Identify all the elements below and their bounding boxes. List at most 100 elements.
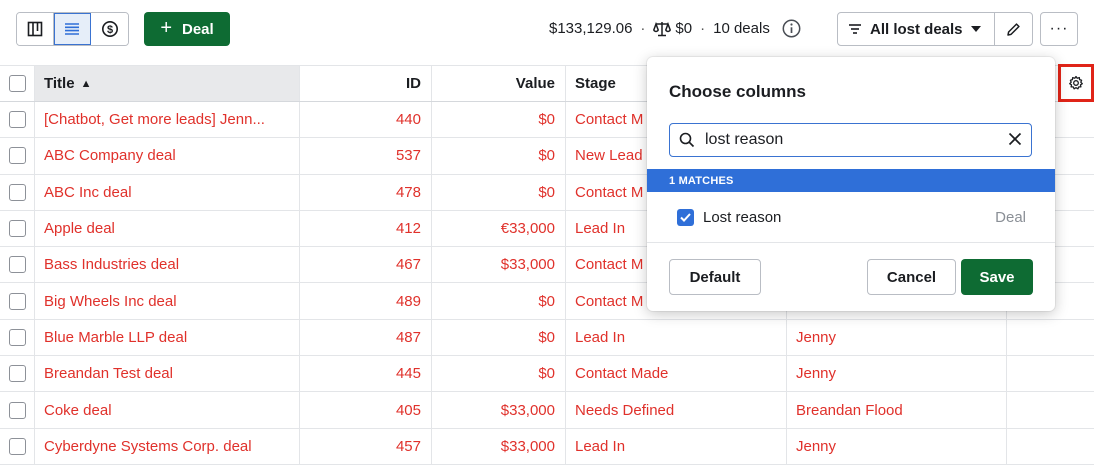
- checkmark-icon: [680, 212, 691, 222]
- forecast-view-button[interactable]: $: [91, 13, 128, 45]
- add-deal-button[interactable]: + Deal: [144, 12, 230, 46]
- row-checkbox[interactable]: [8, 220, 26, 238]
- deal-value-cell: $33,000: [432, 392, 566, 428]
- row-checkbox[interactable]: [8, 292, 26, 310]
- row-checkbox[interactable]: [8, 437, 26, 455]
- deal-id-cell: 489: [300, 283, 432, 319]
- column-option-group: Deal: [995, 208, 1026, 226]
- deal-id-cell: 487: [300, 319, 432, 356]
- deal-title-link[interactable]: Big Wheels Inc deal: [44, 293, 177, 310]
- deal-extra-cell: [1007, 429, 1094, 464]
- gear-icon: [1069, 75, 1083, 90]
- table-row[interactable]: Cyberdyne Systems Corp. deal 457 $33,000 Le…: [0, 428, 1094, 465]
- save-button[interactable]: Save: [961, 259, 1033, 295]
- column-header-label: ID: [406, 75, 421, 92]
- column-header-id[interactable]: ID: [300, 66, 432, 101]
- deal-title-link[interactable]: Blue Marble LLP deal: [44, 329, 187, 346]
- deal-title-link[interactable]: Coke deal: [44, 402, 112, 419]
- more-options-button[interactable]: ···: [1040, 12, 1078, 46]
- deal-title-cell[interactable]: Apple deal: [35, 210, 300, 247]
- table-row[interactable]: Blue Marble LLP deal 487 $0 Lead In Jenny: [0, 319, 1094, 357]
- filter-selector[interactable]: All lost deals: [838, 13, 996, 45]
- deal-extra-cell: [1007, 320, 1094, 355]
- table-row[interactable]: Coke deal 405 $33,000 Needs Defined Breandan…: [0, 392, 1094, 429]
- deal-title-cell[interactable]: Big Wheels Inc deal: [35, 283, 300, 319]
- row-select-cell: [0, 392, 35, 428]
- filter-button[interactable]: All lost deals: [837, 12, 1033, 46]
- deal-owner-cell: Jenny: [787, 356, 1007, 392]
- deal-title-cell[interactable]: ABC Inc deal: [35, 174, 300, 210]
- deal-title-link[interactable]: Cyberdyne Systems Corp. deal: [44, 438, 252, 455]
- separator-dot: ·: [640, 20, 646, 37]
- choose-columns-popover: Choose columns 1 MATCHES Lost reason Dea…: [647, 57, 1055, 311]
- deal-id-cell: 478: [300, 174, 432, 210]
- view-switcher: $: [16, 12, 129, 46]
- default-button[interactable]: Default: [669, 259, 761, 295]
- deal-title-cell[interactable]: [Chatbot, Get more leads] Jenn...: [35, 102, 300, 138]
- deal-value-cell: $33,000: [432, 428, 566, 464]
- scale-icon: [653, 21, 672, 36]
- column-search-input[interactable]: [705, 131, 995, 149]
- column-option-lost-reason[interactable]: Lost reason Deal: [647, 199, 1055, 235]
- deal-id-cell: 537: [300, 138, 432, 174]
- column-header-title[interactable]: Title ▲: [35, 66, 300, 101]
- cancel-button[interactable]: Cancel: [867, 259, 956, 295]
- select-all-checkbox[interactable]: [8, 75, 26, 92]
- row-checkbox[interactable]: [8, 183, 26, 201]
- deal-owner-cell: Breandan Flood: [787, 392, 1007, 428]
- deal-title-cell[interactable]: ABC Company deal: [35, 138, 300, 174]
- table-row[interactable]: Breandan Test deal 445 $0 Contact Made Jenny: [0, 356, 1094, 393]
- deal-title-cell[interactable]: Breandan Test deal: [35, 356, 300, 392]
- row-checkbox[interactable]: [8, 401, 26, 419]
- deal-value-cell: $0: [432, 174, 566, 210]
- column-option-label: Lost reason: [703, 208, 782, 226]
- list-view-button[interactable]: [54, 13, 91, 45]
- column-header-value[interactable]: Value: [432, 66, 566, 101]
- column-option-checkbox[interactable]: [677, 208, 694, 226]
- row-select-cell: [0, 428, 35, 464]
- deal-value-cell: $0: [432, 102, 566, 138]
- deal-value-cell: $0: [432, 356, 566, 392]
- filter-icon: [849, 24, 861, 34]
- row-select-cell: [0, 283, 35, 319]
- row-checkbox[interactable]: [8, 328, 26, 346]
- svg-text:$: $: [106, 24, 112, 36]
- matches-count-bar: 1 MATCHES: [647, 169, 1055, 192]
- column-settings-button[interactable]: [1058, 64, 1094, 102]
- clear-search-icon[interactable]: [1007, 131, 1023, 147]
- separator-dot: ·: [700, 20, 706, 37]
- deal-title-link[interactable]: ABC Inc deal: [44, 184, 132, 201]
- summary-weighted: $0: [675, 20, 693, 37]
- deal-id-cell: 445: [300, 356, 432, 392]
- dollar-cycle-icon: $: [101, 21, 118, 37]
- deal-value-cell: $0: [432, 283, 566, 319]
- deal-title-link[interactable]: Bass Industries deal: [44, 256, 179, 273]
- row-select-cell: [0, 210, 35, 247]
- summary-total: $133,129.06: [549, 20, 633, 37]
- edit-filter-button[interactable]: [995, 13, 1032, 45]
- plus-icon: +: [160, 17, 172, 39]
- list-icon: [65, 23, 79, 35]
- row-checkbox[interactable]: [8, 111, 26, 129]
- deal-title-link[interactable]: [Chatbot, Get more leads] Jenn...: [44, 111, 265, 128]
- deal-title-cell[interactable]: Cyberdyne Systems Corp. deal: [35, 428, 300, 464]
- deal-title-link[interactable]: Breandan Test deal: [44, 365, 173, 382]
- row-checkbox[interactable]: [8, 365, 26, 383]
- deal-id-cell: 457: [300, 428, 432, 464]
- kanban-icon: [27, 21, 43, 37]
- deal-title-link[interactable]: Apple deal: [44, 220, 115, 237]
- deal-value-cell: $33,000: [432, 247, 566, 283]
- deal-title-cell[interactable]: Bass Industries deal: [35, 247, 300, 283]
- deal-extra-cell: [1007, 392, 1094, 427]
- row-checkbox[interactable]: [8, 147, 26, 165]
- deal-title-link[interactable]: ABC Company deal: [44, 147, 176, 164]
- deal-value-cell: €33,000: [432, 210, 566, 247]
- select-all-cell: [0, 66, 35, 101]
- pipeline-view-button[interactable]: [17, 13, 54, 45]
- deal-title-cell[interactable]: Blue Marble LLP deal: [35, 319, 300, 356]
- caret-down-icon: [970, 26, 981, 32]
- deal-title-cell[interactable]: Coke deal: [35, 392, 300, 428]
- row-checkbox[interactable]: [8, 256, 26, 274]
- info-icon[interactable]: [782, 19, 801, 38]
- filter-label: All lost deals: [870, 20, 963, 38]
